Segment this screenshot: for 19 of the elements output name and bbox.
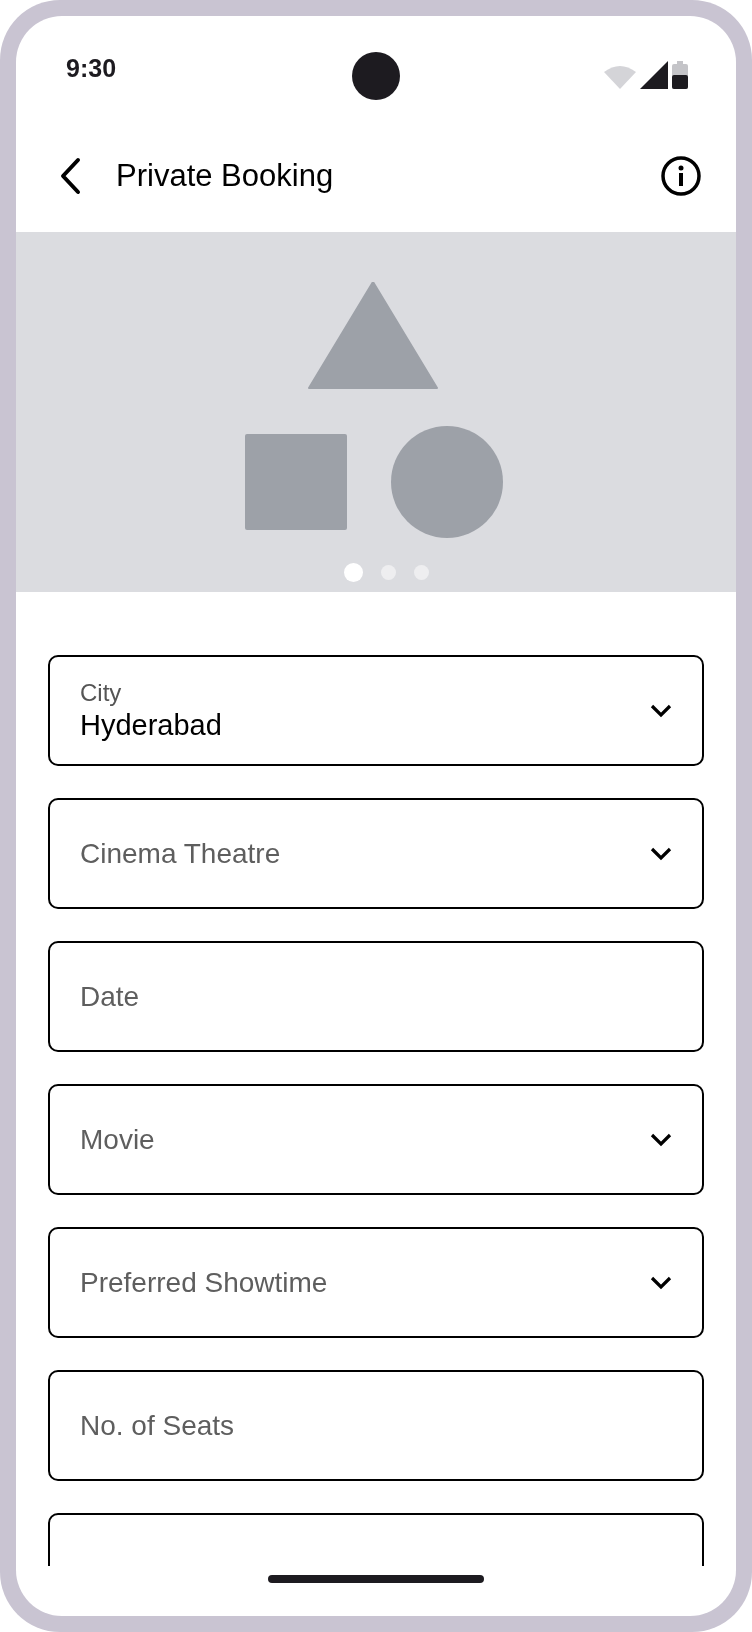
input-field[interactable]: City Hyderabad <box>48 655 704 766</box>
image-placeholder-icon <box>243 282 503 538</box>
input-field[interactable]: Date <box>48 941 704 1052</box>
chevron-down-icon <box>650 1275 672 1290</box>
page-title: Private Booking <box>116 158 334 194</box>
carousel-dot[interactable] <box>343 563 363 582</box>
input-field[interactable]: Movie <box>48 1084 704 1195</box>
home-indicator[interactable] <box>268 1575 484 1583</box>
chevron-down-icon <box>650 703 672 718</box>
battery-icon <box>672 61 688 89</box>
input-field[interactable]: No. of Seats <box>48 1370 704 1481</box>
chevron-down-icon <box>650 1132 672 1147</box>
chevron-down-icon <box>650 846 672 861</box>
status-time: 9:30 <box>66 53 117 83</box>
camera-cutout <box>352 52 400 100</box>
wifi-icon <box>604 65 636 89</box>
input-field[interactable]: Preferred Showtime <box>48 1227 704 1338</box>
input-field[interactable]: Cinema Theatre <box>48 798 704 909</box>
signal-icon <box>640 61 668 89</box>
